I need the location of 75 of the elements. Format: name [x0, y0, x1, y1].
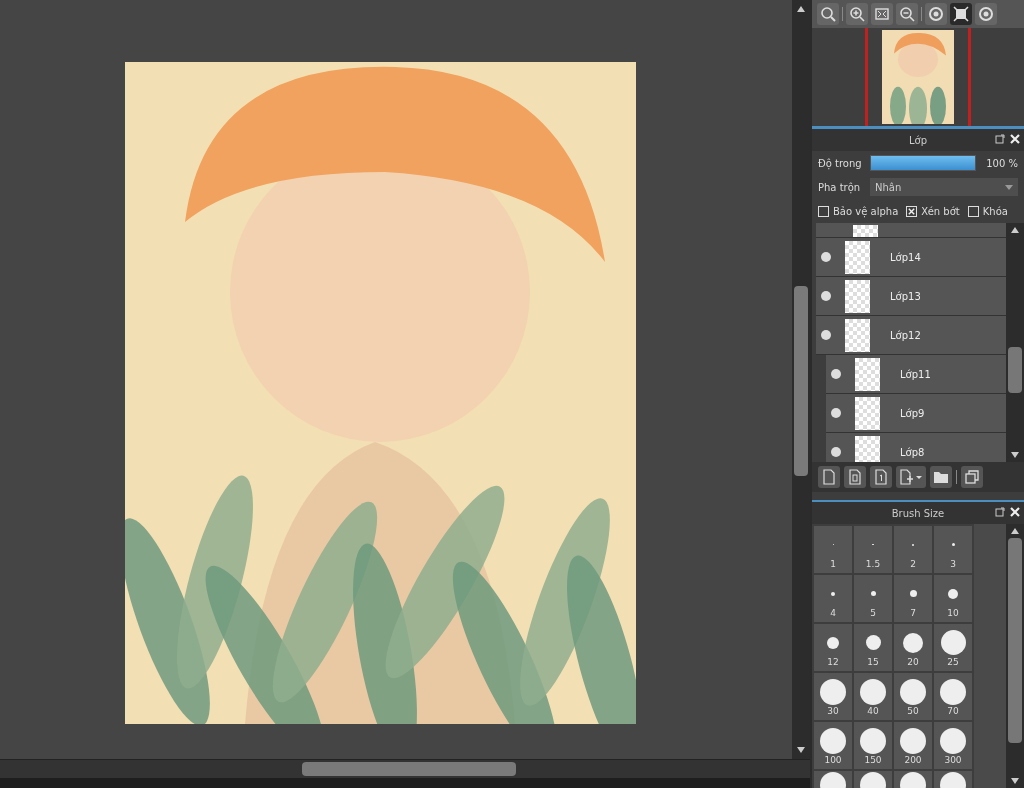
add-layer-icon[interactable] — [896, 466, 926, 488]
layer-thumbnail — [845, 318, 870, 352]
caret-icon — [1005, 184, 1013, 190]
new-layer-icon[interactable] — [818, 466, 840, 488]
brush-size-item[interactable]: 15 — [854, 624, 892, 671]
layer-thumbnail — [855, 357, 880, 391]
brush-size-item[interactable]: 1.5 — [854, 526, 892, 573]
brush-size-item[interactable]: 10 — [934, 575, 972, 622]
zoom-in-icon[interactable] — [846, 3, 868, 25]
layer-item[interactable] — [816, 223, 1006, 238]
brush-size-item[interactable]: 3 — [934, 526, 972, 573]
layer-thumbnail — [845, 240, 870, 274]
navigator-view[interactable] — [865, 28, 971, 126]
undock-icon[interactable] — [995, 507, 1005, 517]
brush-size-item[interactable]: 5 — [854, 575, 892, 622]
brush-size-item[interactable]: 40 — [854, 673, 892, 720]
fit-screen-icon[interactable] — [871, 3, 893, 25]
option-label: Bảo vệ alpha — [833, 205, 899, 217]
blend-mode-dropdown[interactable]: Nhân — [870, 178, 1018, 196]
layer-item[interactable]: Lớp14 — [816, 238, 1006, 277]
visibility-dot[interactable] — [821, 291, 831, 301]
fullscreen-icon[interactable] — [950, 3, 972, 25]
layer-thumbnail — [845, 279, 870, 313]
visibility-dot[interactable] — [821, 252, 831, 262]
blend-mode-label: Pha trộn — [818, 181, 862, 193]
zoom-out-icon[interactable] — [896, 3, 918, 25]
rotate-right-icon[interactable] — [975, 3, 997, 25]
brush-size-item[interactable]: 12 — [814, 624, 852, 671]
visibility-dot[interactable] — [831, 369, 841, 379]
folder-icon[interactable] — [930, 466, 952, 488]
checkbox[interactable] — [967, 205, 979, 217]
opacity-label: Độ trong — [818, 157, 863, 169]
close-icon[interactable] — [1010, 507, 1020, 517]
zoom-icon[interactable] — [817, 3, 839, 25]
layer-item[interactable]: Lớp13 — [816, 277, 1006, 316]
brush-size-item[interactable]: 20 — [894, 624, 932, 671]
brush-size-item[interactable]: 150 — [854, 722, 892, 769]
layer-scrollbar[interactable] — [1006, 223, 1024, 462]
brush-size-item[interactable]: 25 — [934, 624, 972, 671]
opacity-value: 100 % — [986, 157, 1018, 169]
new-layer-icon[interactable] — [844, 466, 866, 488]
brush-size-item[interactable]: 50 — [894, 673, 932, 720]
option-label: Xén bớt — [921, 205, 960, 217]
brush-size-item[interactable]: 300 — [934, 722, 972, 769]
rotate-left-icon[interactable] — [925, 3, 947, 25]
brush-size-item[interactable]: 70 — [934, 673, 972, 720]
brush-size-item[interactable]: 30 — [814, 673, 852, 720]
brush-size-item[interactable]: 1 — [814, 526, 852, 573]
horizontal-scrollbar[interactable] — [0, 759, 810, 778]
brush-size-item[interactable]: 7 — [894, 575, 932, 622]
layer-thumbnail — [855, 396, 880, 430]
layer-item[interactable]: Lớp12 — [816, 316, 1006, 355]
brush-size-item[interactable]: 100 — [814, 722, 852, 769]
brush-size-item[interactable]: 4 — [814, 575, 852, 622]
visibility-dot[interactable] — [831, 447, 841, 457]
layer-item[interactable]: Lớp9 — [826, 394, 1006, 433]
layer-thumbnail — [855, 435, 880, 462]
panel-title: Brush Size — [891, 507, 945, 519]
close-icon[interactable] — [1010, 134, 1020, 144]
layer-item[interactable]: Lớp8 — [826, 433, 1006, 462]
layer-item[interactable]: Lớp11 — [826, 355, 1006, 394]
new-layer-icon[interactable] — [870, 466, 892, 488]
visibility-dot[interactable] — [821, 330, 831, 340]
layer-thumbnail — [853, 225, 878, 237]
visibility-dot[interactable] — [831, 408, 841, 418]
undock-icon[interactable] — [995, 134, 1005, 144]
brush-size-item[interactable]: 200 — [894, 722, 932, 769]
option-label: Khóa — [982, 205, 1008, 217]
opacity-slider[interactable] — [870, 155, 976, 171]
brush-size-item[interactable]: 2 — [894, 526, 932, 573]
duplicate-icon[interactable] — [961, 466, 983, 488]
checkbox[interactable] — [818, 205, 829, 217]
brush-scrollbar[interactable] — [1006, 524, 1024, 788]
panel-title: Lớp — [908, 134, 927, 146]
checkbox[interactable] — [906, 205, 918, 217]
